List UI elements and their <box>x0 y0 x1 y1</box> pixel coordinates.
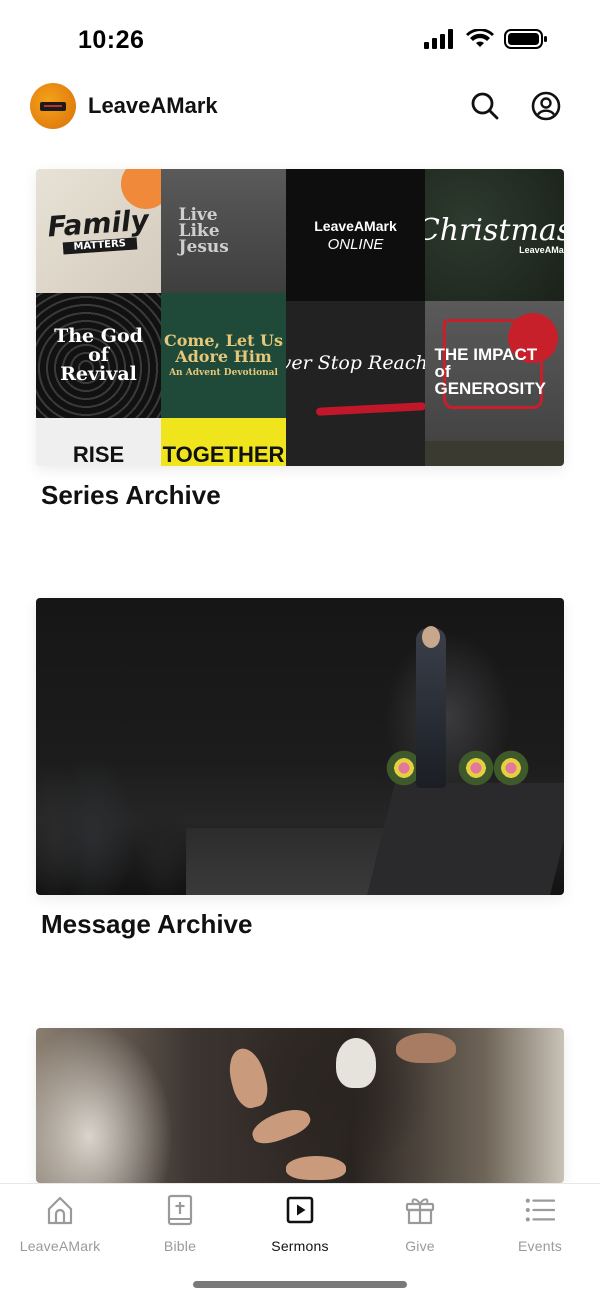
tile-subtext: ONLINE <box>327 235 384 253</box>
tile-text: The God of Revival <box>54 325 143 385</box>
series-tile-online: LeaveAMark ONLINE <box>286 169 425 301</box>
raised-hand <box>223 1044 273 1112</box>
worship-photo[interactable] <box>36 1028 564 1183</box>
tile-text: LeaveAMark <box>314 217 397 234</box>
wifi-icon <box>466 29 494 47</box>
stage-platform <box>367 783 564 895</box>
flowers <box>456 748 496 788</box>
brush-stroke <box>315 402 425 416</box>
nav-label: Bible <box>163 1238 197 1254</box>
message-archive-photo[interactable] <box>36 598 564 895</box>
gift-icon <box>405 1198 435 1225</box>
raised-hand <box>336 1038 376 1088</box>
nav-item-leaveamark[interactable]: LeaveAMark <box>0 1194 120 1256</box>
nav-item-sermons[interactable]: Sermons <box>240 1194 360 1256</box>
flowers <box>491 748 531 788</box>
series-archive-card[interactable]: Family MATTERS Live Like Jesus LeaveAMark… <box>36 169 564 511</box>
church-icon <box>47 1196 73 1225</box>
cellular-signal-icon <box>424 29 453 49</box>
raised-hand <box>248 1103 314 1149</box>
app-title: LeaveAMark <box>88 93 218 118</box>
card-title[interactable]: Series Archive <box>41 480 564 511</box>
congregation <box>36 688 266 895</box>
series-tile-strip <box>425 441 564 466</box>
status-icons <box>424 28 548 50</box>
logo-mark-icon <box>40 101 66 111</box>
speaker-head <box>422 626 440 648</box>
tile-text: Christmas <box>425 212 564 248</box>
tile-text: Never Stop Reaching <box>286 352 425 374</box>
tile-text: RISE <box>72 442 125 466</box>
battery-icon <box>504 29 547 49</box>
home-indicator[interactable] <box>193 1281 407 1288</box>
nav-item-events[interactable]: Events <box>480 1194 600 1256</box>
play-square-icon <box>286 1196 314 1224</box>
search-button[interactable] <box>468 89 502 123</box>
status-time: 10:26 <box>78 26 145 54</box>
series-tile-christmas: ChristmasLeaveAMark <box>425 169 564 301</box>
app-header: LeaveAMark <box>0 80 600 132</box>
nav-item-give[interactable]: Give <box>360 1194 480 1256</box>
nav-label: Give <box>405 1238 435 1254</box>
series-tile-god-of-revival: The God of Revival <box>36 293 161 418</box>
app-logo[interactable] <box>30 83 76 129</box>
profile-button[interactable] <box>529 89 563 123</box>
nav-label: Sermons <box>271 1238 329 1254</box>
nav-item-bible[interactable]: Bible <box>120 1194 240 1256</box>
series-tile-together: TOGETHER <box>161 418 286 466</box>
series-tile-impact-of-generosity: THE IMPACT of GENEROSITY <box>425 301 564 441</box>
series-tile-rise: RISE <box>36 418 161 466</box>
series-tile-never-stop-reaching: Never Stop Reaching <box>286 301 425 466</box>
list-icon <box>525 1198 555 1222</box>
tile-text: Family <box>46 203 150 244</box>
series-tile-family-matters: Family MATTERS <box>36 169 161 293</box>
worship-card[interactable] <box>36 1028 564 1197</box>
series-tile-come-let-us-adore-him: Come, Let Us Adore Him An Advent Devotion… <box>161 293 286 418</box>
tile-text: Live Like Jesus <box>178 204 229 258</box>
message-archive-card[interactable]: Message Archive <box>36 598 564 940</box>
series-tile-live-like-jesus: Live Like Jesus <box>161 169 286 293</box>
tile-text: Come, Let Us Adore Him <box>163 331 283 366</box>
user-profile-icon <box>531 91 561 121</box>
card-title[interactable]: Message Archive <box>41 909 564 940</box>
search-icon <box>471 92 499 120</box>
nav-label: LeaveAMark <box>19 1238 101 1254</box>
nav-label: Events <box>518 1238 562 1254</box>
tile-text: TOGETHER <box>162 442 285 466</box>
raised-hand <box>286 1156 346 1180</box>
raised-hand <box>396 1033 456 1063</box>
bible-icon <box>167 1194 193 1226</box>
status-bar: 10:26 <box>0 0 600 80</box>
tile-subtext: An Advent Devotional <box>169 368 278 378</box>
speaker-figure <box>416 628 446 788</box>
tile-text: THE IMPACT of GENEROSITY <box>434 344 546 398</box>
series-collage-image[interactable]: Family MATTERS Live Like Jesus LeaveAMark… <box>36 169 564 466</box>
